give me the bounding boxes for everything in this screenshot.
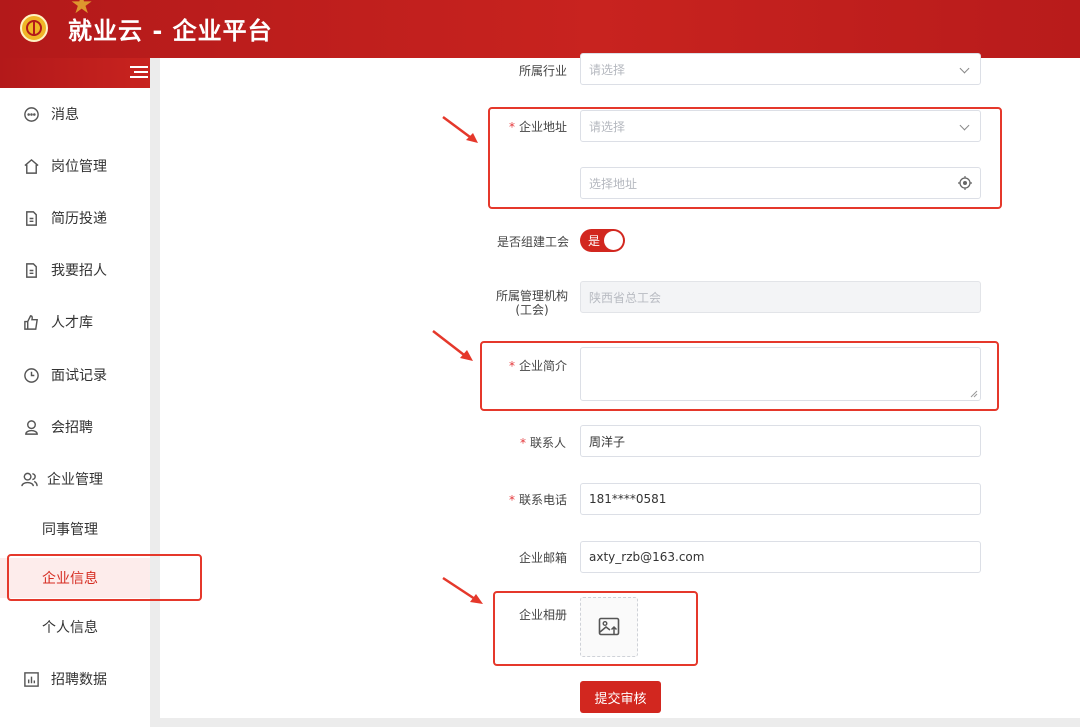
menu-toggle-icon[interactable] xyxy=(130,66,148,80)
address-region-select[interactable]: 请选择 xyxy=(580,110,981,142)
home-icon xyxy=(22,157,40,175)
document-icon xyxy=(22,261,40,279)
phone-label: * 联系电话 xyxy=(509,493,568,507)
app-title: 就业云 - 企业平台 xyxy=(68,17,273,45)
sidebar-item-label: 面试记录 xyxy=(51,368,107,384)
sidebar-item-job-fair[interactable]: 会招聘 xyxy=(0,407,150,447)
address-region-placeholder: 请选择 xyxy=(589,119,626,134)
sidebar-item-recruit[interactable]: 我要招人 xyxy=(0,250,150,290)
person-badge-icon xyxy=(22,418,40,436)
sidebar-sub-company-info[interactable]: 企业信息 xyxy=(0,558,150,598)
album-upload[interactable] xyxy=(580,597,638,657)
thumbs-up-icon xyxy=(22,313,40,331)
chevron-down-icon xyxy=(959,120,970,131)
sidebar-item-talent-pool[interactable]: 人才库 xyxy=(0,302,150,342)
sidebar-item-messages[interactable]: 消息 xyxy=(0,94,150,134)
message-icon xyxy=(22,105,40,123)
resize-grip-icon[interactable] xyxy=(970,390,978,398)
contact-input[interactable]: 周洋子 xyxy=(580,425,981,457)
union-switch[interactable]: 是 xyxy=(580,229,625,252)
intro-textarea[interactable] xyxy=(580,347,981,401)
address-detail-placeholder: 选择地址 xyxy=(589,176,638,191)
industry-select[interactable]: 请选择 xyxy=(580,53,981,85)
phone-label-text: 联系电话 xyxy=(519,493,568,507)
document-icon xyxy=(22,209,40,227)
sidebar-item-label: 招聘数据 xyxy=(51,672,107,688)
sidebar-item-interviews[interactable]: 面试记录 xyxy=(0,355,150,395)
contact-label-text: 联系人 xyxy=(530,436,567,450)
address-detail-input[interactable]: 选择地址 xyxy=(580,167,981,199)
sidebar-item-recruit-data[interactable]: 招聘数据 xyxy=(0,659,150,699)
image-upload-icon xyxy=(598,617,620,636)
industry-label: 所属行业 xyxy=(519,64,568,78)
sidebar-item-resumes[interactable]: 简历投递 xyxy=(0,198,150,238)
clock-icon xyxy=(22,366,40,384)
sidebar-item-label: 企业管理 xyxy=(47,472,103,488)
app-header: ★ 就业云 - 企业平台 xyxy=(0,0,1080,58)
union-label: 是否组建工会 xyxy=(497,235,570,249)
sidebar-item-label: 岗位管理 xyxy=(51,159,107,175)
location-target-icon[interactable] xyxy=(958,176,972,190)
intro-label: * 企业简介 xyxy=(509,359,568,373)
phone-input[interactable]: 181****0581 xyxy=(580,483,981,515)
sidebar-item-label: 消息 xyxy=(51,107,79,123)
sidebar-item-jobs[interactable]: 岗位管理 xyxy=(0,146,150,186)
address-label-text: 企业地址 xyxy=(519,120,568,134)
bottom-divider xyxy=(160,718,1080,727)
email-input[interactable]: axty_rzb@163.com xyxy=(580,541,981,573)
sidebar-item-label: 简历投递 xyxy=(51,211,107,227)
email-label: 企业邮箱 xyxy=(519,551,568,565)
intro-label-text: 企业简介 xyxy=(519,359,568,373)
org-field: 陕西省总工会 xyxy=(580,281,981,313)
phone-value: 181****0581 xyxy=(589,492,667,506)
address-label: * 企业地址 xyxy=(509,120,568,134)
org-value: 陕西省总工会 xyxy=(589,290,662,305)
union-switch-text: 是 xyxy=(588,234,601,248)
union-logo-icon xyxy=(20,14,48,42)
industry-placeholder: 请选择 xyxy=(589,62,626,77)
sidebar-item-label: 我要招人 xyxy=(51,263,107,279)
sidebar-divider xyxy=(150,58,160,727)
org-label-line2: (工会) xyxy=(515,303,549,317)
sidebar-sub-personal-info[interactable]: 个人信息 xyxy=(0,607,150,647)
switch-knob xyxy=(604,231,623,250)
sidebar-item-label: 会招聘 xyxy=(51,420,93,436)
sidebar-item-company-mgmt[interactable]: 企业管理 xyxy=(0,459,150,499)
email-value: axty_rzb@163.com xyxy=(589,550,705,564)
org-label-line1: 所属管理机构 xyxy=(496,289,569,303)
people-icon xyxy=(20,470,38,488)
contact-value: 周洋子 xyxy=(589,434,626,449)
sidebar-top-strip xyxy=(0,58,150,88)
contact-label: * 联系人 xyxy=(520,436,567,450)
bar-chart-icon xyxy=(22,670,40,688)
sidebar-item-label: 人才库 xyxy=(51,315,93,331)
submit-review-button[interactable]: 提交审核 xyxy=(580,681,661,713)
sidebar-sub-colleagues[interactable]: 同事管理 xyxy=(0,509,150,549)
album-label: 企业相册 xyxy=(519,608,568,622)
chevron-down-icon xyxy=(959,63,970,74)
org-label: 所属管理机构 (工会) xyxy=(496,289,568,317)
